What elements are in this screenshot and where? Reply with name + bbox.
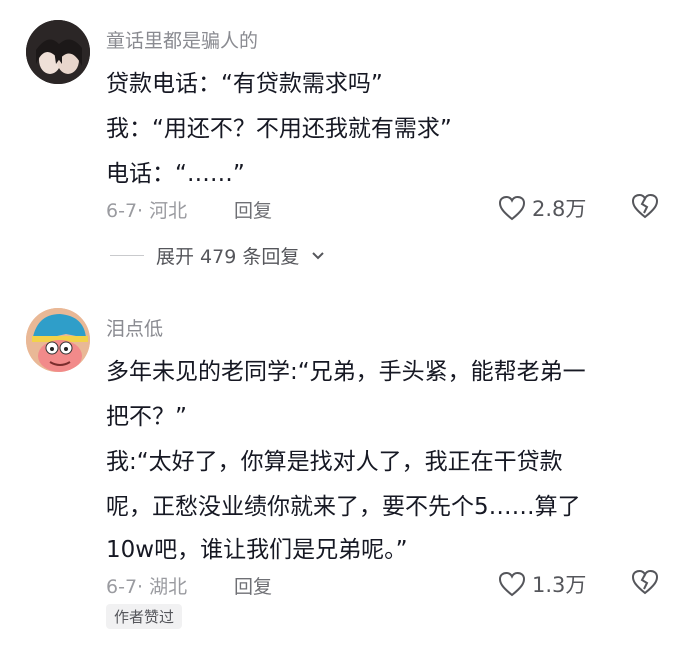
avatar-image [26,308,90,372]
comment-text-line: 10w吧，谁让我们是兄弟呢。” [106,537,408,563]
avatar[interactable] [26,308,90,372]
broken-heart-icon [631,569,659,595]
comment-text-line: 多年未见的老同学:“兄弟，手头紧，能帮老弟一 [106,359,586,385]
comment-text-line: 我:“太好了，你算是找对人了，我正在干贷款 [106,449,563,475]
avatar-image [26,20,90,84]
comment-username[interactable]: 童话里都是骗人的 [106,26,258,53]
like-button[interactable]: 2.8万 [498,193,586,223]
broken-heart-icon [631,193,659,219]
comment-date-location: 6-7· 湖北 [106,576,188,598]
dislike-button[interactable] [631,569,659,599]
comment-text-line: 电话：“……” [106,161,245,187]
heart-icon [498,195,526,221]
like-count: 2.8万 [532,197,587,221]
expand-replies-button[interactable]: 展开 479 条回复 [110,242,325,269]
reply-button[interactable]: 回复 [234,196,272,223]
comment-text-line: 我：“用还不？不用还我就有需求” [106,116,452,142]
avatar[interactable] [26,20,90,84]
comment-text-line: 贷款电话：“有贷款需求吗” [106,71,383,97]
expand-replies-label: 展开 479 条回复 [156,246,300,268]
comment-text-line: 把不？” [106,404,187,430]
dislike-button[interactable] [631,193,659,223]
heart-icon [498,571,526,597]
like-button[interactable]: 1.3万 [498,569,586,599]
reply-button[interactable]: 回复 [234,572,272,599]
divider [110,255,144,256]
author-liked-badge: 作者赞过 [106,604,183,629]
comment-date-location: 6-7· 河北 [106,200,188,222]
comment-text-line: 呢，正愁没业绩你就来了，要不先个5……算了 [106,494,581,520]
like-count: 1.3万 [532,573,587,597]
comment-username[interactable]: 泪点低 [106,314,163,341]
chevron-down-icon [312,251,325,259]
